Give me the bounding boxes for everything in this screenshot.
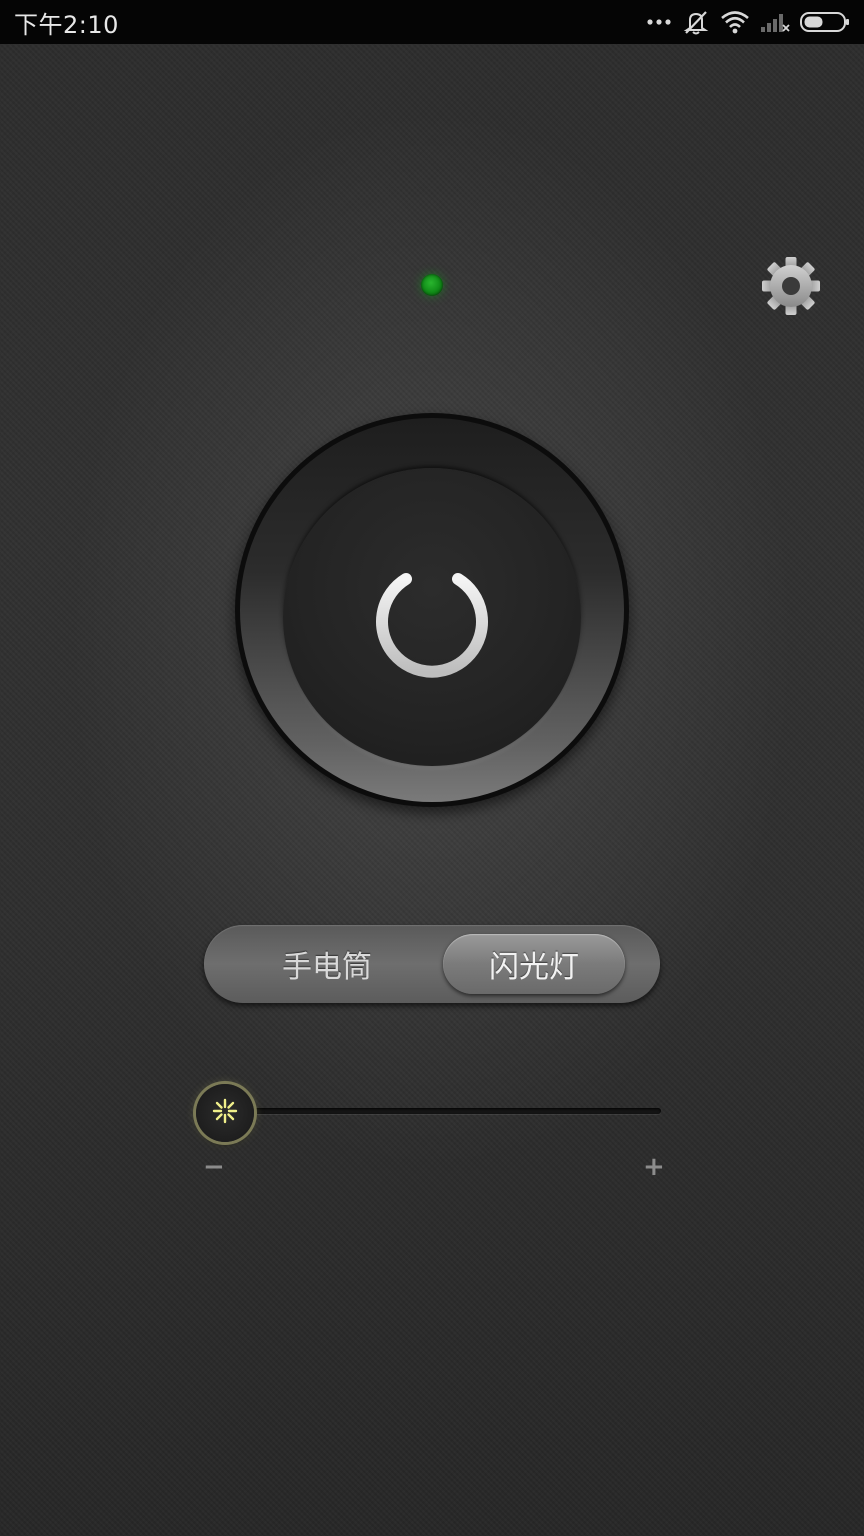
sparkle-icon xyxy=(210,1096,240,1130)
gear-icon[interactable] xyxy=(760,255,822,317)
power-button[interactable] xyxy=(283,468,581,766)
mode-switch: 手电筒 闪光灯 xyxy=(204,925,660,1003)
more-dots-icon xyxy=(646,17,672,27)
wifi-icon xyxy=(720,10,750,34)
slider-min-label: − xyxy=(203,1152,225,1182)
status-bar: 下午2:10 xyxy=(0,0,864,44)
brightness-slider-thumb[interactable] xyxy=(196,1084,254,1142)
status-time: 下午2:10 xyxy=(14,10,119,39)
status-icons xyxy=(646,8,850,36)
signal-no-service-icon xyxy=(760,10,790,34)
mode-strobe-option[interactable]: 闪光灯 xyxy=(443,934,625,994)
power-icon xyxy=(367,545,497,689)
flashlight-screen: 下午2:10 手电筒 闪光灯 − + xyxy=(0,0,864,1536)
slider-max-label: + xyxy=(643,1152,665,1182)
brightness-slider-track[interactable] xyxy=(225,1108,661,1114)
status-led-icon xyxy=(421,274,443,296)
silent-mode-icon xyxy=(682,8,710,36)
battery-icon xyxy=(800,11,850,33)
mode-flashlight-option[interactable]: 手电筒 xyxy=(236,934,418,994)
